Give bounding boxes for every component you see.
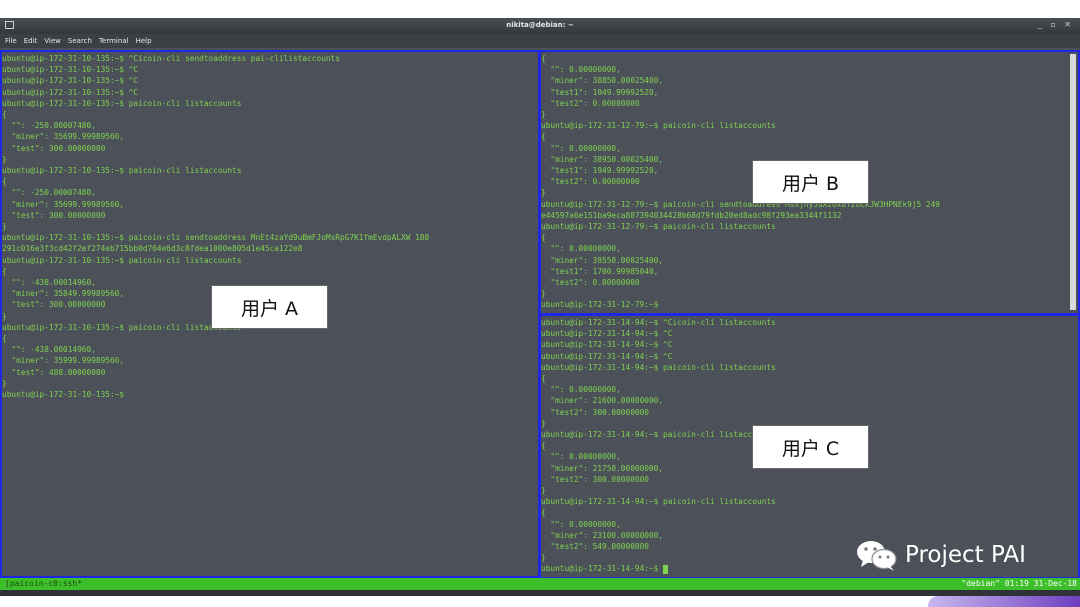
wechat-icon [857,541,897,571]
menu-bar: File Edit View Search Terminal Help [0,34,1080,48]
menu-help[interactable]: Help [136,37,152,45]
status-session: [paicoin-c0:ssh* [5,579,83,588]
watermark-text: Project PAI [905,542,1026,568]
user-c-label: 用户 C [752,425,869,469]
menu-search[interactable]: Search [68,37,92,45]
decorative-accent [928,596,1080,607]
menu-edit[interactable]: Edit [24,37,38,45]
tmux-status-bar: [paicoin-c0:ssh* "debian" 01:19 31-Dec-1… [0,578,1080,590]
watermark: Project PAI [855,535,1026,575]
terminal-cursor [663,564,669,574]
user-a-label: 用户 A [211,285,328,329]
user-b-label: 用户 B [752,160,869,204]
menu-file[interactable]: File [5,37,17,45]
window-titlebar[interactable]: nikita@debian: ~ _ ▫ ✕ [0,18,1080,34]
pane-b-scrollbar[interactable] [1070,54,1076,310]
pane-a-output: ubuntu@ip-172-31-10-135:~$ ^Cicoin-cli s… [2,54,430,400]
terminal-area[interactable]: ubuntu@ip-172-31-10-135:~$ ^Cicoin-cli s… [0,48,1080,579]
window-controls[interactable]: _ ▫ ✕ [1038,20,1074,29]
bottom-strip [0,590,1080,596]
status-host-time: "debian" 01:19 31-Dec-18 [961,579,1077,588]
window-title: nikita@debian: ~ [506,21,574,29]
menu-view[interactable]: View [44,37,61,45]
menu-terminal[interactable]: Terminal [99,37,129,45]
